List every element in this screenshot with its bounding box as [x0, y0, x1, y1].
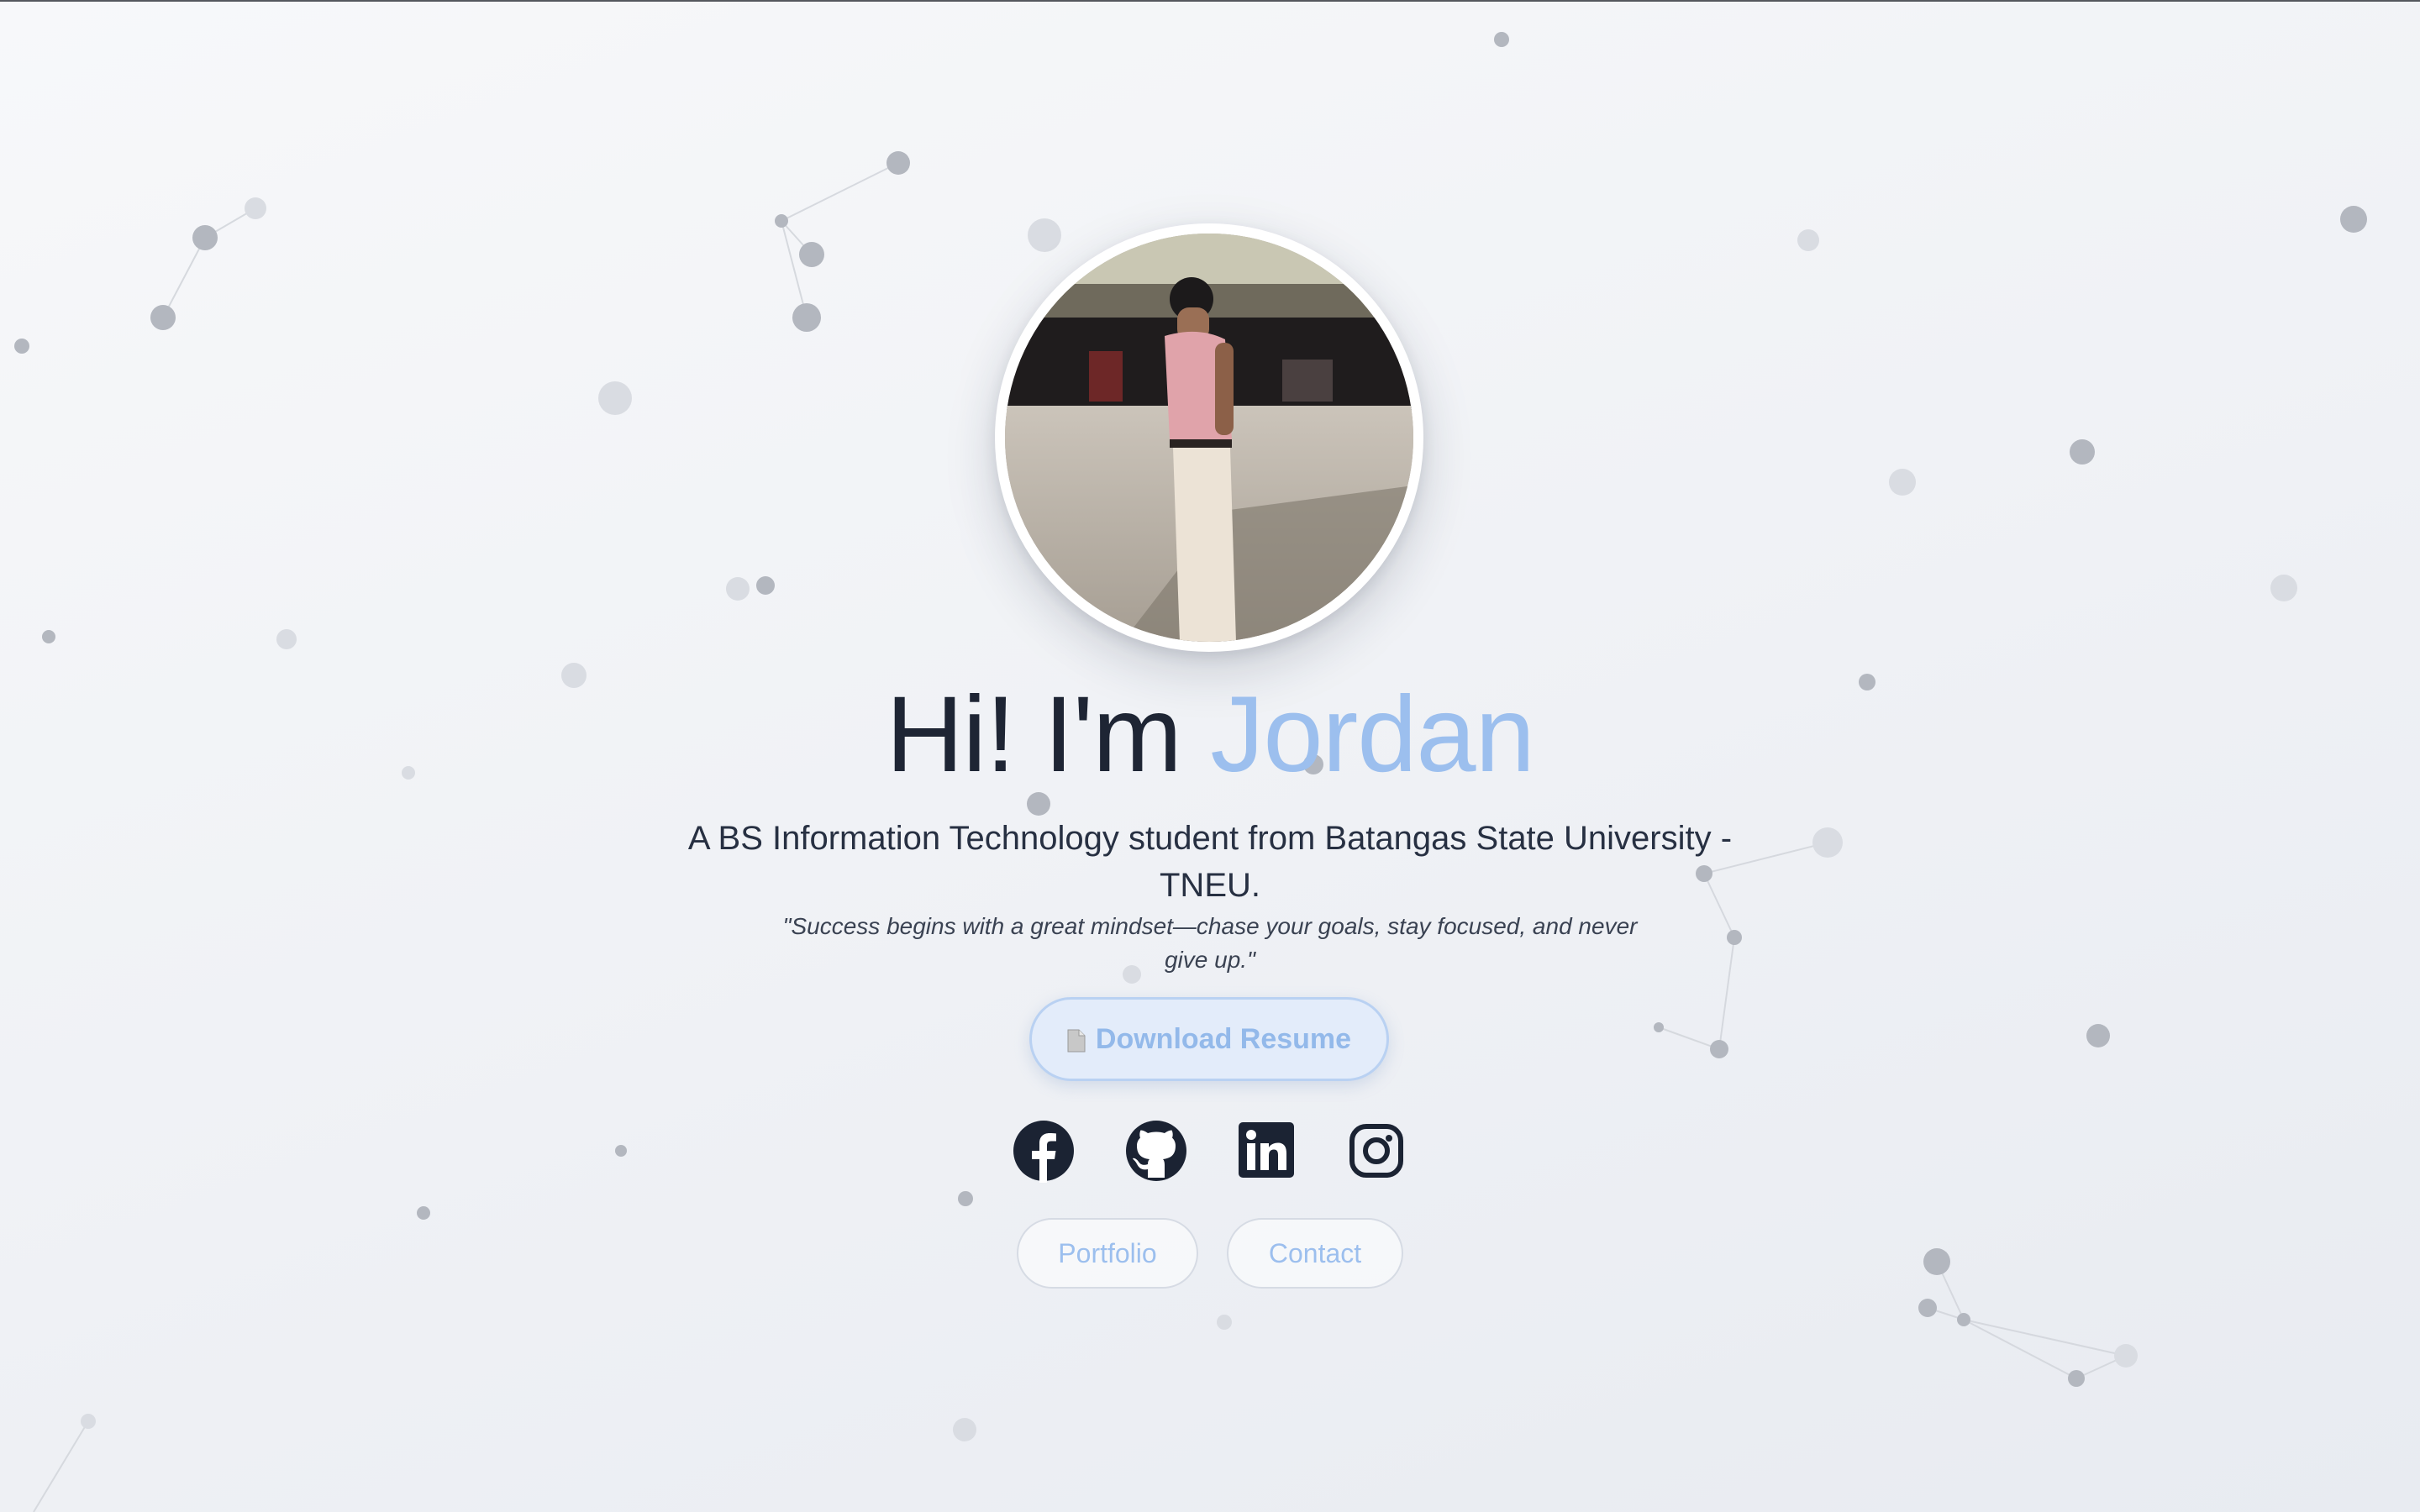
linkedin-link[interactable]	[1235, 1119, 1299, 1183]
github-icon	[1126, 1121, 1186, 1181]
greeting-text: Hi! I'm	[886, 675, 1211, 795]
social-links	[1012, 1119, 1412, 1186]
contact-button[interactable]: Contact	[1227, 1218, 1403, 1289]
linkedin-icon	[1239, 1122, 1294, 1178]
facebook-icon	[1013, 1121, 1074, 1183]
download-resume-button[interactable]: Download Resume	[1029, 997, 1389, 1081]
profile-photo	[995, 223, 1423, 652]
hero-section: Hi! I'm Jordan A BS Information Technolo…	[0, 0, 2420, 1512]
instagram-icon	[1349, 1124, 1403, 1178]
facebook-link[interactable]	[1012, 1119, 1076, 1183]
github-link[interactable]	[1124, 1119, 1188, 1183]
download-resume-label: Download Resume	[1095, 1022, 1352, 1055]
intro-subtitle: A BS Information Technology student from…	[687, 820, 1733, 904]
portfolio-button[interactable]: Portfolio	[1017, 1218, 1198, 1289]
name-highlight: Jordan	[1210, 675, 1534, 795]
document-icon	[1067, 1027, 1086, 1053]
page-title: Hi! I'm Jordan	[0, 672, 2420, 798]
instagram-link[interactable]	[1344, 1119, 1408, 1183]
motto-quote: "Success begins with a great mindset—cha…	[782, 913, 1638, 973]
